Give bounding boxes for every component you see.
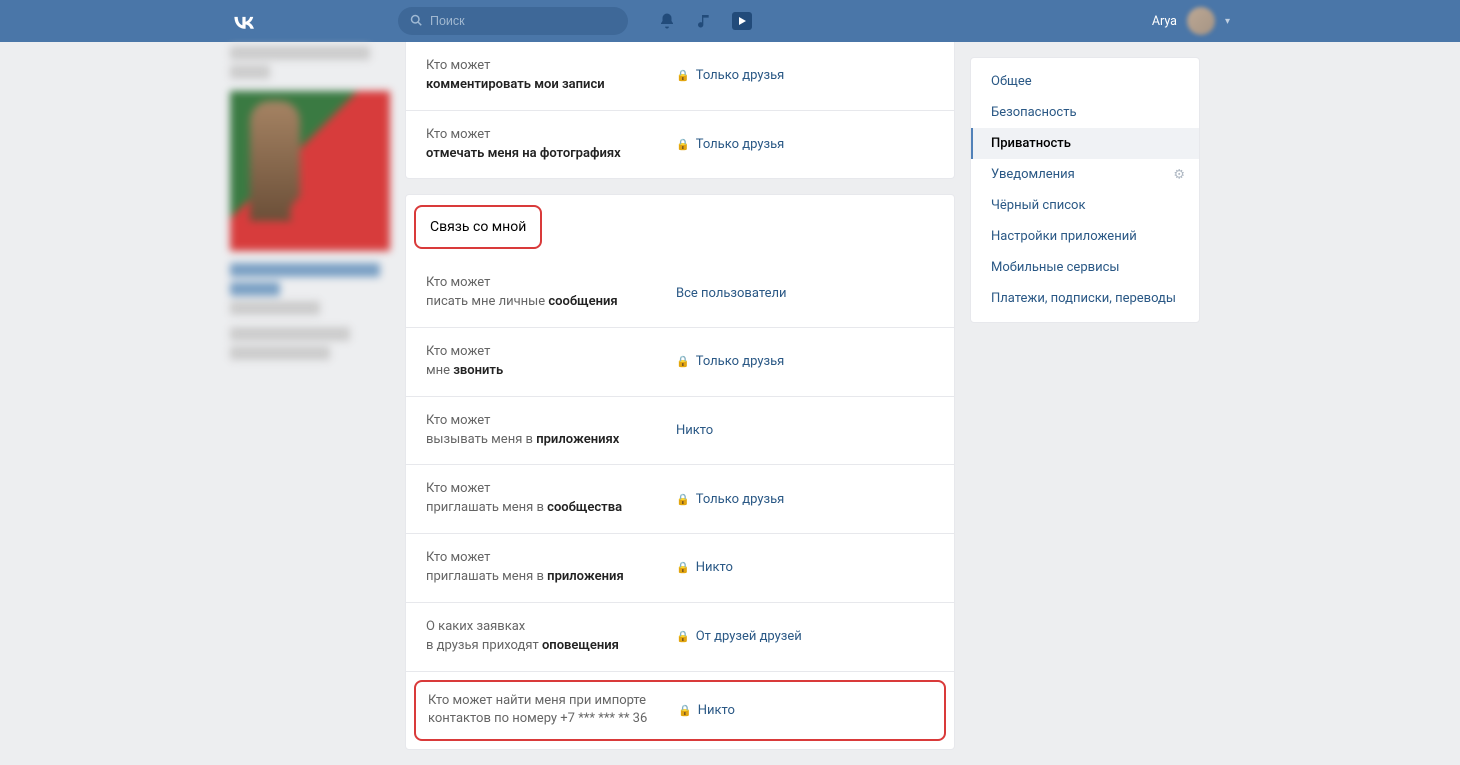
right-column: Общее Безопасность Приватность Уведомлен… <box>970 57 1200 765</box>
lock-icon: 🔒 <box>676 69 690 82</box>
setting-row[interactable]: Кто может мне звонить 🔒 Только друзья <box>406 328 954 397</box>
setting-label: О каких заявках в друзья приходят оповещ… <box>426 618 676 656</box>
avatar <box>1187 7 1215 35</box>
lock-icon: 🔒 <box>676 561 690 574</box>
music-icon[interactable] <box>696 13 712 29</box>
settings-nav: Общее Безопасность Приватность Уведомлен… <box>970 57 1200 323</box>
setting-label: Кто может найти меня при импорте контакт… <box>428 692 678 730</box>
setting-row[interactable]: Кто может приглашать меня в приложения 🔒… <box>406 534 954 603</box>
user-name: Arya <box>1152 14 1177 29</box>
setting-value[interactable]: Никто <box>676 423 713 438</box>
setting-value[interactable]: 🔒 Только друзья <box>676 137 784 152</box>
setting-label: Кто может отмечать меня на фотографиях <box>426 126 676 164</box>
search-icon <box>410 14 422 29</box>
setting-value[interactable]: 🔒 Никто <box>676 560 733 575</box>
setting-value[interactable]: 🔒 Только друзья <box>676 354 784 369</box>
setting-row[interactable]: Кто может писать мне личные сообщения Вс… <box>406 259 954 328</box>
setting-row[interactable]: Кто может комментировать мои записи 🔒 То… <box>406 42 954 111</box>
user-menu[interactable]: Arya ▾ <box>1152 7 1230 35</box>
notifications-icon[interactable] <box>658 12 676 30</box>
setting-value[interactable]: 🔒 От друзей друзей <box>676 629 802 644</box>
chevron-down-icon: ▾ <box>1225 16 1230 27</box>
setting-value[interactable]: 🔒 Только друзья <box>676 492 784 507</box>
setting-label: Кто может мне звонить <box>426 343 676 381</box>
nav-item-mobile[interactable]: Мобильные сервисы <box>971 252 1199 283</box>
setting-value[interactable]: 🔒 Никто <box>678 703 735 718</box>
setting-row-highlight[interactable]: Кто может найти меня при импорте контакт… <box>414 680 946 742</box>
setting-row[interactable]: Кто может вызывать меня в приложениях Ни… <box>406 397 954 466</box>
setting-label: Кто может приглашать меня в приложения <box>426 549 676 587</box>
main-column: Кто может комментировать мои записи 🔒 То… <box>405 42 955 765</box>
nav-item-privacy[interactable]: Приватность <box>971 128 1199 159</box>
gear-icon[interactable]: ⚙ <box>1173 167 1185 182</box>
section-title-highlight: Связь со мной <box>414 205 542 249</box>
setting-label: Кто может приглашать меня в сообщества <box>426 480 676 518</box>
setting-label: Кто может комментировать мои записи <box>426 57 676 95</box>
setting-value[interactable]: 🔒 Только друзья <box>676 68 784 83</box>
search-box[interactable] <box>398 7 628 35</box>
lock-icon: 🔒 <box>676 630 690 643</box>
section-title: Связь со мной <box>430 219 526 235</box>
settings-card-top: Кто может комментировать мои записи 🔒 То… <box>405 42 955 179</box>
topbar: Arya ▾ <box>0 0 1460 42</box>
settings-card-contact: Связь со мной Кто может писать мне личны… <box>405 194 955 750</box>
lock-icon: 🔒 <box>676 493 690 506</box>
lock-icon: 🔒 <box>676 138 690 151</box>
nav-item-app-settings[interactable]: Настройки приложений <box>971 221 1199 252</box>
nav-item-security[interactable]: Безопасность <box>971 97 1199 128</box>
setting-label: Кто может писать мне личные сообщения <box>426 274 676 312</box>
search-input[interactable] <box>430 14 616 28</box>
setting-row[interactable]: Кто может приглашать меня в сообщества 🔒… <box>406 465 954 534</box>
setting-label: Кто может вызывать меня в приложениях <box>426 412 676 450</box>
setting-value[interactable]: Все пользователи <box>676 286 787 301</box>
left-column <box>230 42 390 765</box>
nav-item-notifications[interactable]: Уведомления ⚙ <box>971 159 1199 190</box>
setting-row[interactable]: Кто может отмечать меня на фотографиях 🔒… <box>406 111 954 179</box>
nav-item-blacklist[interactable]: Чёрный список <box>971 190 1199 221</box>
lock-icon: 🔒 <box>678 704 692 717</box>
nav-item-general[interactable]: Общее <box>971 66 1199 97</box>
nav-item-payments[interactable]: Платежи, подписки, переводы <box>971 283 1199 314</box>
video-icon[interactable] <box>732 12 752 30</box>
vk-logo[interactable] <box>230 13 258 29</box>
lock-icon: 🔒 <box>676 355 690 368</box>
setting-row[interactable]: О каких заявках в друзья приходят оповещ… <box>406 603 954 672</box>
